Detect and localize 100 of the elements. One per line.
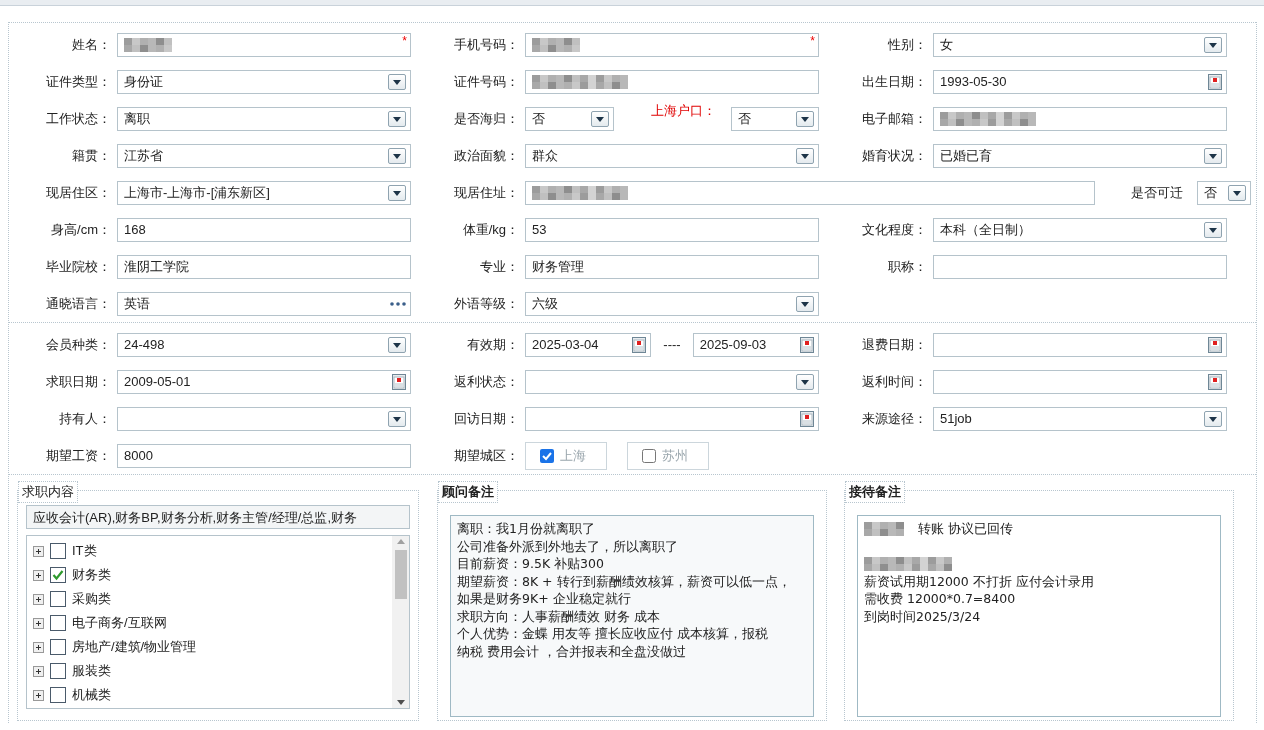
- scroll-down-icon[interactable]: [396, 700, 405, 705]
- text-field[interactable]: 8000: [117, 444, 411, 468]
- dropdown-field[interactable]: 上海市-上海市-[浦东新区]: [117, 181, 411, 205]
- text-field[interactable]: *: [117, 33, 411, 57]
- field-label: 政治面貌：: [453, 147, 519, 166]
- dropdown-button[interactable]: [796, 148, 814, 164]
- expand-icon[interactable]: [33, 641, 44, 653]
- tree-item[interactable]: 机械类: [72, 685, 111, 705]
- selection-field[interactable]: 应收会计(AR),财务BP,财务分析,财务主管/经理/总监,财务: [26, 505, 410, 529]
- expand-icon[interactable]: [33, 569, 44, 581]
- text-field[interactable]: 53: [525, 218, 819, 242]
- tree-item[interactable]: 电子商务/互联网: [72, 613, 167, 633]
- field-label: 文化程度：: [861, 221, 927, 240]
- more-icon[interactable]: [390, 302, 406, 306]
- tree-item[interactable]: IT类: [72, 541, 97, 561]
- text-field[interactable]: 淮阴工学院: [117, 255, 411, 279]
- dropdown-button[interactable]: [1204, 222, 1222, 238]
- checkbox[interactable]: [50, 687, 66, 703]
- tree-item[interactable]: 采购类: [72, 589, 111, 609]
- expand-icon[interactable]: [33, 617, 44, 629]
- date-field[interactable]: 2009-05-01: [117, 370, 411, 394]
- date-field[interactable]: 1993-05-30: [933, 70, 1227, 94]
- dropdown-field[interactable]: 否: [525, 107, 614, 131]
- expand-icon[interactable]: [33, 665, 44, 677]
- date-field[interactable]: 2025-03-04: [525, 333, 652, 357]
- expand-icon[interactable]: [33, 689, 44, 701]
- checkbox[interactable]: [50, 567, 66, 583]
- checkbox[interactable]: [50, 543, 66, 559]
- calendar-icon[interactable]: [800, 337, 814, 353]
- date-field[interactable]: 2025-09-03: [692, 333, 819, 357]
- tree-item[interactable]: 房地产/建筑/物业管理: [72, 637, 197, 657]
- dropdown-field[interactable]: 24-498: [117, 333, 411, 357]
- tree-item[interactable]: 财务类: [72, 565, 111, 585]
- dropdown-field[interactable]: 女: [933, 33, 1227, 57]
- dropdown-field[interactable]: 51job: [933, 407, 1227, 431]
- dropdown-field[interactable]: 六级: [525, 292, 819, 316]
- dropdown-field[interactable]: 身份证: [117, 70, 411, 94]
- checkbox[interactable]: [50, 591, 66, 607]
- dropdown-button[interactable]: [796, 296, 814, 312]
- field-label: 性别：: [887, 36, 927, 55]
- checkbox[interactable]: [50, 663, 66, 679]
- dropdown-field[interactable]: 否: [730, 107, 819, 131]
- text-field[interactable]: *: [525, 33, 819, 57]
- dropdown-field[interactable]: 离职: [117, 107, 411, 131]
- dropdown-button[interactable]: [1204, 148, 1222, 164]
- dropdown-button[interactable]: [1204, 37, 1222, 53]
- dropdown-field[interactable]: 本科（全日制）: [933, 218, 1227, 242]
- checkbox[interactable]: [50, 615, 66, 631]
- dropdown-button[interactable]: [590, 111, 609, 127]
- calendar-icon[interactable]: [392, 374, 406, 390]
- note-line: 转账 协议已回传: [918, 520, 1013, 538]
- tree-item[interactable]: 服装类: [72, 661, 111, 681]
- dropdown-field[interactable]: 否: [1197, 181, 1251, 205]
- dropdown-button[interactable]: [1204, 411, 1222, 427]
- note-line: 公司准备外派到外地去了，所以离职了: [457, 537, 678, 555]
- calendar-icon[interactable]: [632, 337, 647, 353]
- expand-icon[interactable]: [33, 545, 44, 557]
- date-field[interactable]: [933, 333, 1227, 357]
- range-separator: ----: [662, 336, 682, 355]
- notes-field[interactable]: 转账 协议已回传 薪资试用期12000 不打折 应付会计录用 需收费 12000*0.7=8400 到岗时间2025/3/24: [857, 515, 1221, 717]
- dropdown-button[interactable]: [388, 185, 406, 201]
- dropdown-button[interactable]: [796, 374, 814, 390]
- calendar-icon[interactable]: [800, 411, 814, 427]
- calendar-icon[interactable]: [1208, 337, 1222, 353]
- dropdown-button[interactable]: [388, 111, 406, 127]
- checkbox[interactable]: [642, 449, 656, 463]
- field-label: 出生日期：: [861, 73, 927, 92]
- text-field[interactable]: [525, 181, 1095, 205]
- text-field[interactable]: [933, 107, 1227, 131]
- dropdown-button[interactable]: [388, 337, 406, 353]
- expand-icon[interactable]: [33, 593, 44, 605]
- dropdown-field[interactable]: [117, 407, 411, 431]
- calendar-icon[interactable]: [1208, 74, 1222, 90]
- dropdown-field[interactable]: 江苏省: [117, 144, 411, 168]
- lookup-field[interactable]: 英语: [117, 292, 411, 316]
- checkbox[interactable]: [50, 639, 66, 655]
- dropdown-button[interactable]: [1228, 185, 1246, 201]
- scrollbar[interactable]: [392, 536, 409, 708]
- text-field[interactable]: 168: [117, 218, 411, 242]
- checkbox[interactable]: [540, 449, 554, 463]
- scroll-thumb[interactable]: [394, 550, 407, 599]
- field-label: 现居住址：: [453, 184, 519, 203]
- field-label: 来源途径：: [861, 410, 927, 429]
- dropdown-button[interactable]: [388, 411, 406, 427]
- notes-field[interactable]: 离职：我1月份就离职了 公司准备外派到外地去了，所以离职了 目前薪资：9.5K 补贴300 期望薪资：8K + 转行到薪酬绩效核算，薪资可以低一点， 如果是财务9K+ 企业稳定就行 求职方向：人事薪酬绩效 财务 成本 个人优势：金蝶 用友等 擅长应收应付 成本核算，报税 纳税 费用会计 ，合并报表和全盘没做过: [450, 515, 814, 717]
- dropdown-field[interactable]: [525, 370, 819, 394]
- caret-icon: [801, 116, 809, 122]
- dropdown-button[interactable]: [388, 148, 406, 164]
- text-field[interactable]: 财务管理: [525, 255, 819, 279]
- text-field[interactable]: [933, 255, 1227, 279]
- dropdown-field[interactable]: 已婚已育: [933, 144, 1227, 168]
- calendar-icon[interactable]: [1208, 374, 1222, 390]
- dropdown-button[interactable]: [388, 74, 406, 90]
- text-field[interactable]: [525, 70, 819, 94]
- dropdown-field[interactable]: 群众: [525, 144, 819, 168]
- dropdown-button[interactable]: [796, 111, 814, 127]
- date-field[interactable]: [933, 370, 1227, 394]
- caret-icon: [1209, 42, 1217, 48]
- date-field[interactable]: [525, 407, 819, 431]
- caret-icon: [1209, 416, 1217, 422]
